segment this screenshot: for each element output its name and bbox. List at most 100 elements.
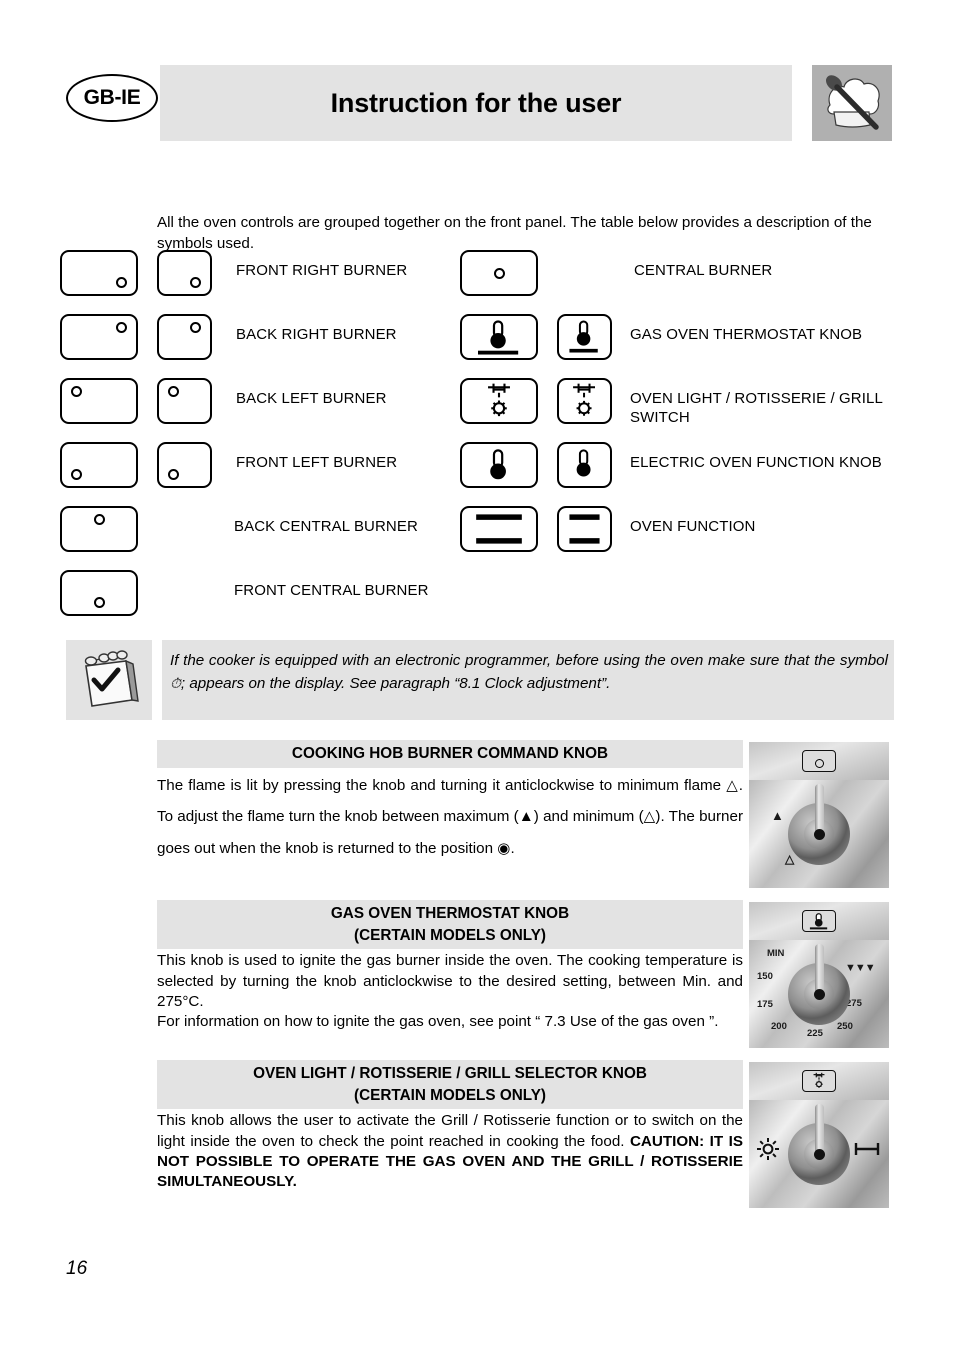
page-title: Instruction for the user [330, 87, 622, 118]
chef-hat-spoon-icon [812, 65, 892, 141]
page-number: 16 [66, 1258, 88, 1279]
notepad-pencil-check-icon [66, 640, 152, 720]
oven-function-bars-icon [460, 506, 538, 552]
knob-hub [813, 989, 825, 1000]
burner-front-right-icon-square [157, 250, 212, 296]
symbol-row-gas-oven-thermostat: GAS OVEN THERMOSTAT KNOB [460, 314, 900, 378]
body-text: . [510, 839, 515, 857]
symbol-row-back-left-burner: BACK LEFT BURNER [60, 378, 460, 442]
symbol-row-electric-oven-function: ELECTRIC OVEN FUNCTION KNOB [460, 442, 900, 506]
section-heading: OVEN LIGHT / ROTISSERIE / GRILL SELECTOR… [157, 1060, 743, 1110]
dial-label-175: 175 [757, 999, 773, 1010]
symbol-row-front-left-burner: FRONT LEFT BURNER [60, 442, 460, 506]
section-cooking-hob-knob: COOKING HOB BURNER COMMAND KNOB The flam… [157, 740, 743, 865]
burner-front-central-icon [60, 570, 138, 616]
note-text: If the cooker is equipped with an electr… [162, 640, 894, 720]
thermometer-base-icon [802, 910, 836, 932]
section-heading: GAS OVEN THERMOSTAT KNOB (CERTAIN MODELS… [157, 900, 743, 950]
hob-knob-panel: ▲ △ [749, 742, 889, 888]
burner-back-right-icon-square [157, 314, 212, 360]
light-rotisserie-icon [460, 378, 538, 424]
body-text: ) and minimum ( [533, 808, 644, 826]
note-text-after: ; appears on the display. See paragraph … [180, 675, 611, 693]
symbol-label: BACK RIGHT BURNER [236, 326, 397, 343]
section-heading: COOKING HOB BURNER COMMAND KNOB [157, 740, 743, 768]
dial-label-min: MIN [767, 948, 785, 959]
knob-pointer [814, 1104, 824, 1154]
thermometer-base-icon-square [557, 314, 612, 360]
symbol-label: ELECTRIC OVEN FUNCTION KNOB [630, 454, 882, 471]
burner-front-central-icon [802, 750, 836, 772]
triple-flame-grill-icon: ▼▼▼ [845, 962, 876, 974]
section-subheading: (CERTAIN MODELS ONLY) [353, 1086, 547, 1104]
locale-badge: GB-IE [66, 74, 158, 122]
dial-label-225: 225 [807, 1028, 823, 1039]
note-text-before: If the cooker is equipped with an electr… [170, 652, 888, 669]
min-flame-icon: △ [643, 808, 656, 826]
knob-area[interactable]: ▲ △ [749, 776, 889, 888]
knob-hub [813, 829, 825, 840]
panel-badge-area [749, 1062, 889, 1100]
section-subheading: (CERTAIN MODELS ONLY) [353, 926, 547, 944]
symbol-row-oven-light-rotisserie-grill: OVEN LIGHT / ROTISSERIE / GRILL SWITCH [460, 378, 900, 442]
section-body: This knob is used to ignite the gas burn… [157, 952, 743, 1030]
note-box: If the cooker is equipped with an electr… [66, 640, 894, 720]
title-band: Instruction for the user [160, 65, 792, 141]
oven-function-bars-icon-square [557, 506, 612, 552]
section-heading-main: GAS OVEN THERMOSTAT KNOB [330, 905, 570, 922]
symbol-row-front-right-burner: FRONT RIGHT BURNER [60, 250, 460, 314]
panel-badge-area [749, 902, 889, 940]
symbol-row-central-burner: CENTRAL BURNER [460, 250, 900, 314]
thermometer-icon-square [557, 442, 612, 488]
burner-front-right-icon [60, 250, 138, 296]
symbol-label: CENTRAL BURNER [634, 262, 773, 279]
section-heading-main: OVEN LIGHT / ROTISSERIE / GRILL SELECTOR… [253, 1065, 647, 1082]
light-rotisserie-knob-panel [749, 1062, 889, 1208]
thermometer-base-icon [460, 314, 538, 360]
max-flame-icon: ▲ [518, 808, 534, 826]
light-rotisserie-icon [802, 1070, 836, 1092]
rotisserie-spit-icon [853, 1140, 881, 1161]
burner-back-central-icon [60, 506, 138, 552]
burner-back-left-icon [60, 378, 138, 424]
page-header: GB-IE Instruction for the user [0, 60, 954, 148]
symbol-row-back-central-burner: BACK CENTRAL BURNER [60, 506, 460, 570]
min-flame-icon: △ [785, 852, 795, 866]
dial-label-150: 150 [757, 971, 773, 982]
section-body: The flame is lit by pressing the knob an… [157, 768, 743, 865]
knob-area[interactable]: MIN 150 175 200 225 250 275 ▼▼▼ [749, 936, 889, 1048]
section-body: This knob allows the user to activate th… [157, 1109, 743, 1191]
oven-light-sun-icon [755, 1136, 781, 1165]
section-gas-oven-thermostat: GAS OVEN THERMOSTAT KNOB (CERTAIN MODELS… [157, 900, 743, 1032]
burner-central-icon [460, 250, 538, 296]
thermometer-icon [460, 442, 538, 488]
burner-back-right-icon [60, 314, 138, 360]
light-rotisserie-icon-square [557, 378, 612, 424]
thermostat-knob-panel: MIN 150 175 200 225 250 275 ▼▼▼ [749, 902, 889, 1048]
knob-pointer [814, 784, 824, 834]
burner-front-left-icon-square [157, 442, 212, 488]
clock-pot-symbol: ⏱ [170, 675, 181, 692]
burner-front-left-icon [60, 442, 138, 488]
section-oven-light-rotisserie-grill: OVEN LIGHT / ROTISSERIE / GRILL SELECTOR… [157, 1060, 743, 1192]
symbol-label: FRONT RIGHT BURNER [236, 262, 408, 279]
intro-paragraph: All the oven controls are grouped togeth… [157, 214, 872, 253]
knob-area[interactable] [749, 1096, 889, 1208]
off-position-icon: ◉ [497, 839, 511, 857]
panel-badge-area [749, 742, 889, 780]
dial-label-250: 250 [837, 1021, 853, 1032]
knob-hub [813, 1149, 825, 1160]
symbol-label: BACK CENTRAL BURNER [234, 518, 418, 535]
symbol-label: GAS OVEN THERMOSTAT KNOB [630, 326, 863, 343]
knob-pointer [814, 944, 824, 994]
burner-back-left-icon-square [157, 378, 212, 424]
symbol-label: OVEN FUNCTION [630, 518, 756, 535]
symbol-row-front-central-burner: FRONT CENTRAL BURNER [60, 570, 460, 634]
body-text: The flame is lit by pressing the knob an… [157, 776, 727, 794]
max-flame-icon: ▲ [771, 808, 784, 823]
symbol-label: BACK LEFT BURNER [236, 390, 387, 407]
symbol-label: OVEN LIGHT / ROTISSERIE / GRILL SWITCH [630, 390, 883, 427]
symbol-row-back-right-burner: BACK RIGHT BURNER [60, 314, 460, 378]
symbol-label: FRONT CENTRAL BURNER [234, 582, 429, 599]
dial-label-200: 200 [771, 1021, 787, 1032]
